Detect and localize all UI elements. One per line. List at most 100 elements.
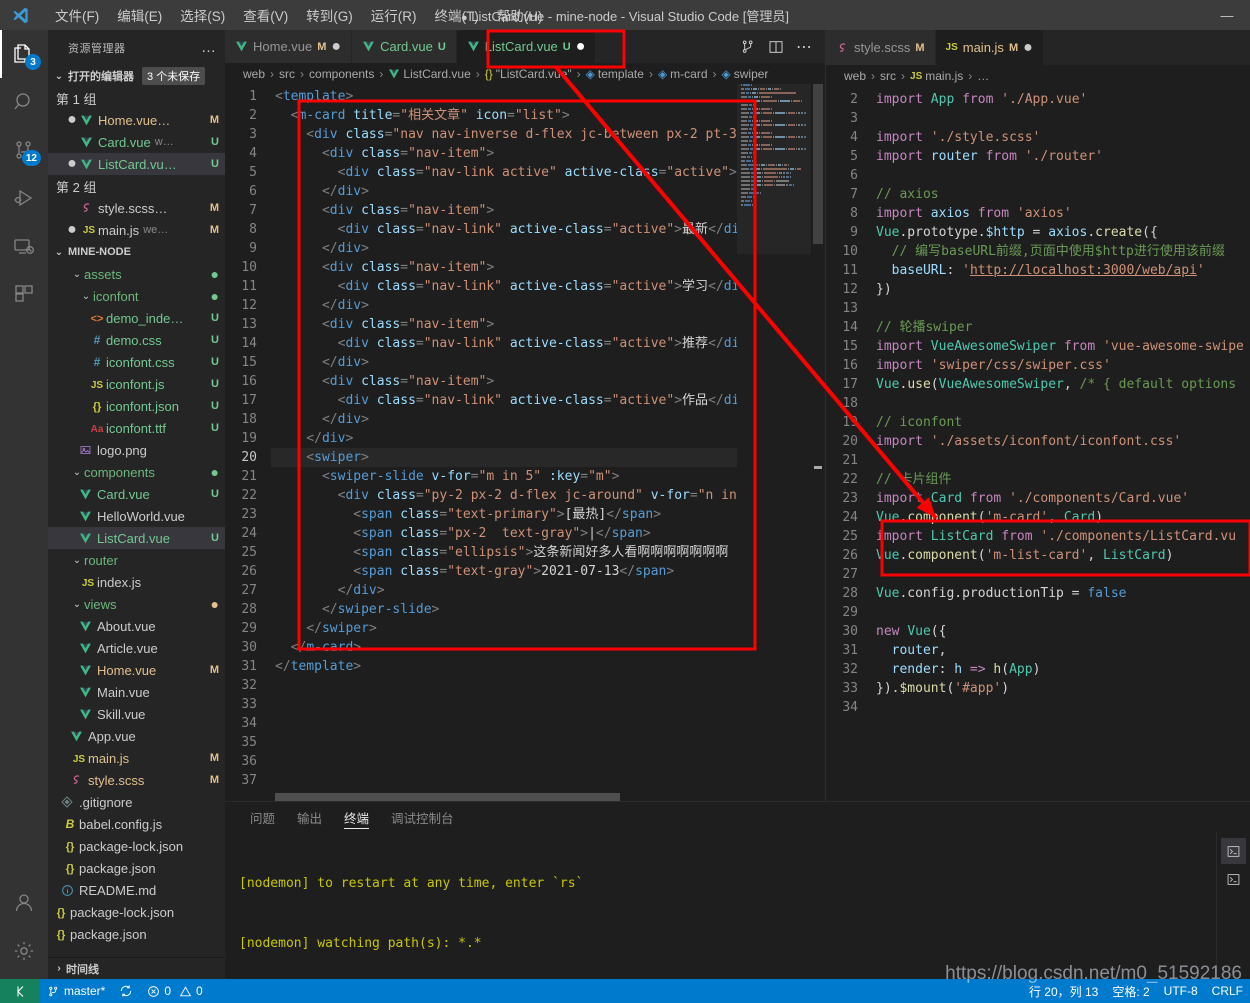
- tab-card-vue[interactable]: Card.vue U: [352, 30, 457, 64]
- code-line[interactable]: baseURL: 'http://localhost:3000/web/api': [872, 261, 1250, 280]
- panel-tab-debug-console[interactable]: 调试控制台: [380, 802, 465, 832]
- activity-explorer[interactable]: 3: [0, 30, 48, 78]
- status-sync[interactable]: [112, 979, 140, 1003]
- breadcrumb-web[interactable]: web: [243, 67, 265, 81]
- tree-folder-router[interactable]: ⌄ router: [48, 549, 225, 571]
- code-line[interactable]: [872, 166, 1250, 185]
- code-line[interactable]: // 轮播swiper: [872, 318, 1250, 337]
- code-line[interactable]: import App from './App.vue': [872, 90, 1250, 109]
- tree-folder-components[interactable]: ⌄ components ●: [48, 461, 225, 483]
- more-actions-icon[interactable]: ⋯: [791, 32, 817, 62]
- tree-file-demo_inde[interactable]: <> demo_inde… U: [48, 307, 225, 329]
- code-line[interactable]: Vue.component('m-card', Card): [872, 508, 1250, 527]
- status-indentation[interactable]: 空格: 2: [1105, 979, 1156, 1003]
- code-line[interactable]: router,: [872, 641, 1250, 660]
- tree-file-about.vue[interactable]: About.vue: [48, 615, 225, 637]
- tree-file-helloworld.vue[interactable]: HelloWorld.vue: [48, 505, 225, 527]
- tab-listcard-vue[interactable]: ListCard.vue U ●: [456, 30, 597, 64]
- breadcrumb-symbol-swiper[interactable]: ◈ swiper: [722, 67, 769, 81]
- menu-run[interactable]: 运行(R): [362, 2, 426, 28]
- panel-tab-output[interactable]: 输出: [286, 802, 333, 832]
- code-line[interactable]: [872, 698, 1250, 717]
- menu-help[interactable]: 帮助(H): [488, 2, 552, 28]
- code-line[interactable]: import './style.scss': [872, 128, 1250, 147]
- activity-remote-explorer[interactable]: [0, 222, 48, 270]
- chevron-down-icon[interactable]: ⌄: [70, 467, 84, 478]
- code-line[interactable]: <div class="nav-item">: [271, 201, 737, 220]
- left-minimap[interactable]: [737, 84, 811, 792]
- breadcrumb-components[interactable]: components: [309, 67, 374, 81]
- right-code-content[interactable]: import App from './App.vue' import './st…: [872, 87, 1250, 801]
- code-line[interactable]: <div class="nav-item">: [271, 144, 737, 163]
- menu-edit[interactable]: 编辑(E): [108, 2, 171, 28]
- tree-folder-iconfont[interactable]: ⌄ iconfont ●: [48, 285, 225, 307]
- code-line[interactable]: [872, 451, 1250, 470]
- status-cursor-position[interactable]: 行 20，列 13: [1022, 979, 1105, 1003]
- breadcrumb-overflow[interactable]: …: [977, 69, 989, 83]
- code-line[interactable]: </m-card>: [271, 638, 737, 657]
- code-line[interactable]: render: h => h(App): [872, 660, 1250, 679]
- activity-accounts[interactable]: [0, 879, 48, 927]
- tree-file-index.js[interactable]: JS index.js: [48, 571, 225, 593]
- tree-file-main.vue[interactable]: Main.vue: [48, 681, 225, 703]
- tree-file-package-lock.json[interactable]: {} package-lock.json: [48, 901, 225, 923]
- chevron-down-icon[interactable]: ⌄: [79, 291, 93, 302]
- code-line[interactable]: import axios from 'axios': [872, 204, 1250, 223]
- code-line[interactable]: </div>: [271, 182, 737, 201]
- tree-file-iconfont.css[interactable]: # iconfont.css U: [48, 351, 225, 373]
- breadcrumb-symbol-template[interactable]: ◈ template: [586, 67, 644, 81]
- code-line[interactable]: // axios: [872, 185, 1250, 204]
- terminal-entry-1[interactable]: [1221, 838, 1246, 864]
- scrollbar-thumb[interactable]: [813, 84, 823, 245]
- code-line[interactable]: <div class="nav-link" active-class="acti…: [271, 277, 737, 296]
- status-encoding[interactable]: UTF-8: [1157, 979, 1205, 1003]
- tree-file-demo.css[interactable]: # demo.css U: [48, 329, 225, 351]
- menu-view[interactable]: 查看(V): [234, 2, 297, 28]
- breadcrumb-file[interactable]: JS main.js: [910, 69, 963, 83]
- code-line[interactable]: </swiper-slide>: [271, 600, 737, 619]
- tree-file-logo.png[interactable]: logo.png: [48, 439, 225, 461]
- left-horizontal-scrollbar[interactable]: [225, 791, 825, 801]
- code-line[interactable]: [271, 695, 737, 714]
- open-editor-style-scss[interactable]: style.scss… M: [48, 197, 225, 219]
- breadcrumb-symbol-mcard[interactable]: ◈ m-card: [658, 67, 708, 81]
- code-line[interactable]: import router from './router': [872, 147, 1250, 166]
- code-line[interactable]: [872, 109, 1250, 128]
- code-line[interactable]: </div>: [271, 410, 737, 429]
- menu-file[interactable]: 文件(F): [46, 2, 108, 28]
- code-line[interactable]: <div class="nav-link" active-class="acti…: [271, 220, 737, 239]
- code-line[interactable]: [271, 714, 737, 733]
- code-line[interactable]: // 卡片组件: [872, 470, 1250, 489]
- code-line[interactable]: <swiper-slide v-for="m in 5" :key="m">: [271, 467, 737, 486]
- code-line[interactable]: <template>: [271, 87, 737, 106]
- tree-file-.gitignore[interactable]: .gitignore: [48, 791, 225, 813]
- editor-group-2-header[interactable]: 第 2 组: [48, 175, 225, 197]
- open-editor-listcard-vue[interactable]: ● ListCard.vu… U: [48, 153, 225, 175]
- panel-tab-problems[interactable]: 问题: [239, 802, 286, 832]
- activity-source-control[interactable]: 12: [0, 126, 48, 174]
- code-line[interactable]: </div>: [271, 353, 737, 372]
- code-line[interactable]: import VueAwesomeSwiper from 'vue-awesom…: [872, 337, 1250, 356]
- menu-terminal[interactable]: 终端(T): [426, 2, 488, 28]
- code-line[interactable]: <m-card title="相关文章" icon="list">: [271, 106, 737, 125]
- code-line[interactable]: }): [872, 280, 1250, 299]
- code-line[interactable]: <div class="nav-item">: [271, 372, 737, 391]
- right-code-editor[interactable]: 2 3 4 5 6 7 8 9 10 11 12 13 14 15 16 17 18 19 20 21 22 23 24 25…: [826, 87, 1250, 801]
- tree-file-package.json[interactable]: {} package.json: [48, 923, 225, 945]
- tree-file-article.vue[interactable]: Article.vue: [48, 637, 225, 659]
- split-editor-icon[interactable]: [763, 32, 789, 62]
- activity-extensions[interactable]: [0, 270, 48, 318]
- code-line[interactable]: [271, 676, 737, 695]
- code-line[interactable]: }).$mount('#app'): [872, 679, 1250, 698]
- code-line[interactable]: new Vue({: [872, 622, 1250, 641]
- code-line[interactable]: [872, 565, 1250, 584]
- code-line[interactable]: Vue.prototype.$http = axios.create({: [872, 223, 1250, 242]
- tree-file-package.json[interactable]: {} package.json: [48, 857, 225, 879]
- code-line[interactable]: <div class="py-2 px-2 d-flex jc-around" …: [271, 486, 737, 505]
- menu-go[interactable]: 转到(G): [297, 2, 362, 28]
- file-tree[interactable]: ⌄ assets ● ⌄ iconfont ● <> demo_inde… U # demo.css…: [48, 263, 225, 957]
- code-line[interactable]: [872, 603, 1250, 622]
- tree-file-iconfont.js[interactable]: JS iconfont.js U: [48, 373, 225, 395]
- open-editor-home-vue[interactable]: ● Home.vue… M: [48, 109, 225, 131]
- code-line[interactable]: Vue.component('m-list-card', ListCard): [872, 546, 1250, 565]
